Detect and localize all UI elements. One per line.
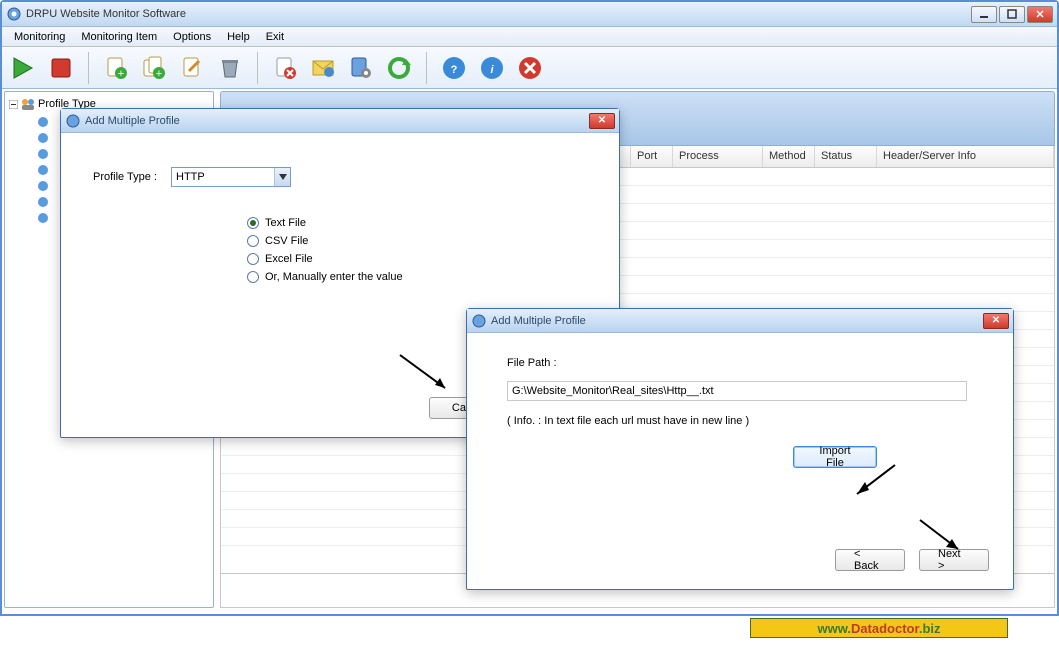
back-button[interactable]: < Back bbox=[835, 549, 905, 571]
edit-doc-icon[interactable] bbox=[177, 53, 207, 83]
info-icon[interactable]: i bbox=[477, 53, 507, 83]
window-title: DRPU Website Monitor Software bbox=[26, 8, 971, 20]
menu-options[interactable]: Options bbox=[165, 29, 219, 45]
dialog1-title: Add Multiple Profile bbox=[85, 115, 589, 127]
col-port[interactable]: Port bbox=[631, 146, 673, 167]
help-icon[interactable]: ? bbox=[439, 53, 469, 83]
tree-expand-icon[interactable] bbox=[9, 100, 18, 109]
col-process[interactable]: Process bbox=[673, 146, 763, 167]
col-status[interactable]: Status bbox=[815, 146, 877, 167]
profile-type-combo[interactable]: HTTP bbox=[171, 167, 291, 187]
svg-text:+: + bbox=[156, 68, 162, 80]
mail-icon[interactable] bbox=[308, 53, 338, 83]
radio-icon bbox=[247, 271, 259, 283]
menu-monitoring[interactable]: Monitoring bbox=[6, 29, 73, 45]
radio-label: Text File bbox=[265, 217, 306, 229]
dialog1-close-button[interactable]: ✕ bbox=[589, 113, 615, 129]
radio-label: Or, Manually enter the value bbox=[265, 271, 403, 283]
next-button[interactable]: Next > bbox=[919, 549, 989, 571]
minimize-button[interactable] bbox=[971, 6, 997, 23]
info-text: ( Info. : In text file each url must hav… bbox=[507, 415, 973, 427]
refresh-icon[interactable] bbox=[384, 53, 414, 83]
dialog2-body: File Path : ( Info. : In text file each … bbox=[467, 333, 1013, 492]
chevron-down-icon bbox=[274, 168, 290, 186]
import-file-button[interactable]: Import File bbox=[793, 446, 877, 468]
dialog1-body: Profile Type : HTTP Text File CSV File E… bbox=[61, 133, 619, 305]
menu-exit[interactable]: Exit bbox=[258, 29, 292, 45]
menu-monitoring-item[interactable]: Monitoring Item bbox=[73, 29, 165, 45]
radio-icon bbox=[247, 235, 259, 247]
menubar: Monitoring Monitoring Item Options Help … bbox=[2, 27, 1057, 47]
footer-text: www.Datadoctor.biz bbox=[817, 621, 940, 636]
delete-doc-icon[interactable] bbox=[270, 53, 300, 83]
trash-icon[interactable] bbox=[215, 53, 245, 83]
radio-icon bbox=[247, 217, 259, 229]
dialog-icon bbox=[471, 313, 487, 329]
dialog-icon bbox=[65, 113, 81, 129]
separator bbox=[426, 52, 427, 84]
dialog1-titlebar: Add Multiple Profile ✕ bbox=[61, 109, 619, 133]
window-controls bbox=[971, 6, 1053, 23]
close-button[interactable] bbox=[1027, 6, 1053, 23]
file-path-input[interactable] bbox=[507, 381, 967, 401]
toolbar: + + ? i bbox=[2, 47, 1057, 89]
footer-brand[interactable]: www.Datadoctor.biz bbox=[750, 618, 1008, 638]
col-header-info[interactable]: Header/Server Info bbox=[877, 146, 1054, 167]
titlebar: DRPU Website Monitor Software bbox=[2, 2, 1057, 27]
profile-type-value: HTTP bbox=[176, 171, 205, 183]
menu-help[interactable]: Help bbox=[219, 29, 258, 45]
radio-csv-file[interactable]: CSV File bbox=[247, 235, 603, 247]
radio-label: CSV File bbox=[265, 235, 308, 247]
play-button[interactable] bbox=[8, 53, 38, 83]
radio-label: Excel File bbox=[265, 253, 313, 265]
dialog2-close-button[interactable]: ✕ bbox=[983, 313, 1009, 329]
maximize-button[interactable] bbox=[999, 6, 1025, 23]
add-doc-icon[interactable]: + bbox=[101, 53, 131, 83]
separator bbox=[257, 52, 258, 84]
add-multi-icon[interactable]: + bbox=[139, 53, 169, 83]
svg-text:?: ? bbox=[451, 64, 458, 76]
stop-button[interactable] bbox=[46, 53, 76, 83]
profile-type-label: Profile Type : bbox=[93, 171, 157, 183]
app-icon bbox=[6, 6, 22, 22]
dialog2-title: Add Multiple Profile bbox=[491, 315, 983, 327]
separator bbox=[88, 52, 89, 84]
radio-text-file[interactable]: Text File bbox=[247, 217, 603, 229]
dialog-add-profile-2: Add Multiple Profile ✕ File Path : ( Inf… bbox=[466, 308, 1014, 590]
svg-text:+: + bbox=[118, 68, 124, 80]
people-icon bbox=[20, 96, 36, 112]
settings-gear-icon[interactable] bbox=[346, 53, 376, 83]
dialog2-titlebar: Add Multiple Profile ✕ bbox=[467, 309, 1013, 333]
exit-icon[interactable] bbox=[515, 53, 545, 83]
radio-icon bbox=[247, 253, 259, 265]
file-path-label: File Path : bbox=[507, 357, 973, 369]
col-method[interactable]: Method bbox=[763, 146, 815, 167]
radio-excel-file[interactable]: Excel File bbox=[247, 253, 603, 265]
radio-manual[interactable]: Or, Manually enter the value bbox=[247, 271, 603, 283]
